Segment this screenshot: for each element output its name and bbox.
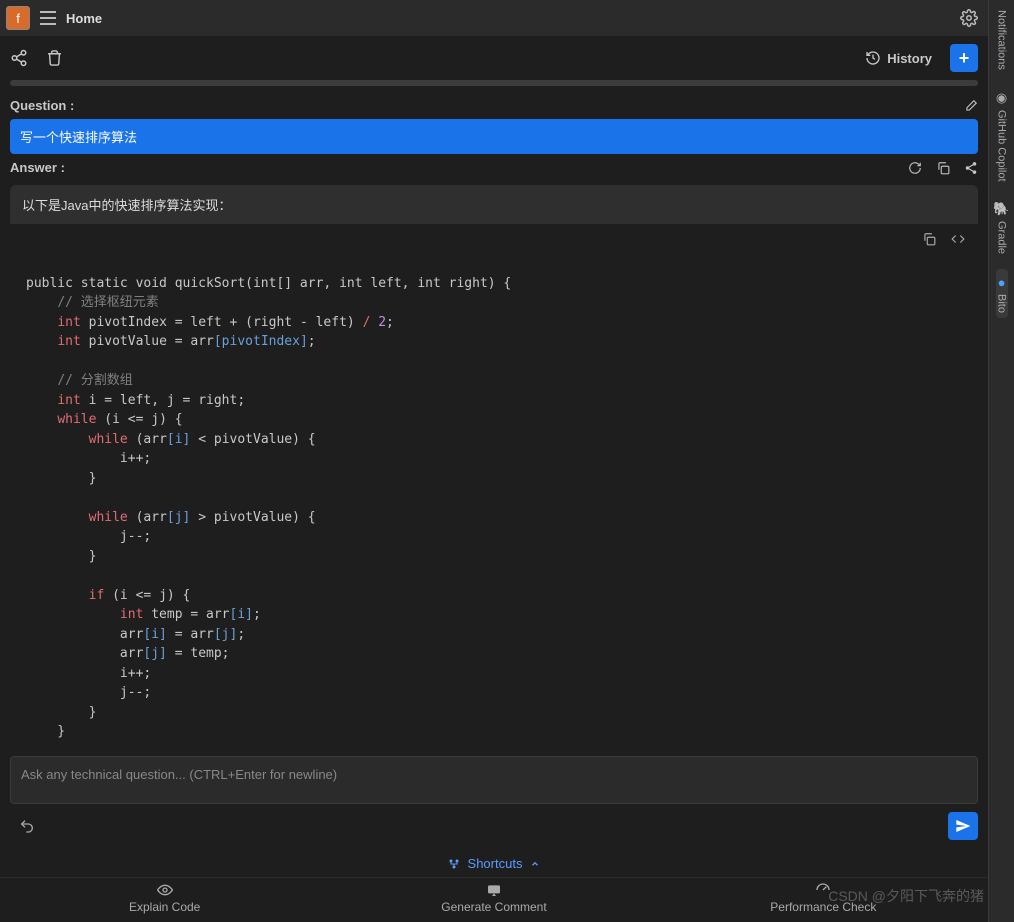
toolbar: History + [0, 36, 988, 80]
question-heading: Question : [10, 98, 74, 113]
eye-icon [157, 882, 173, 898]
rail-notifications[interactable]: Notifications [996, 4, 1008, 76]
new-chat-button[interactable]: + [950, 44, 978, 72]
avatar[interactable]: f [6, 6, 30, 30]
question-text: 写一个快速排序算法 [10, 119, 978, 154]
code-block: public static void quickSort(int[] arr, … [10, 224, 978, 746]
copy-icon[interactable] [936, 161, 950, 175]
top-bar: f Home [0, 0, 988, 36]
rail-gradle[interactable]: 🐘 Gradle [993, 195, 1009, 260]
bottom-actions: Explain Code Generate Comment Performanc… [0, 877, 988, 922]
shortcuts-icon [448, 858, 460, 870]
code-copy-icon[interactable] [922, 232, 936, 246]
performance-check-button[interactable]: Performance Check [659, 882, 988, 914]
right-rail: Notifications ◉ GitHub Copilot 🐘 Gradle … [988, 0, 1014, 922]
generate-comment-button[interactable]: Generate Comment [329, 882, 658, 914]
bito-icon: ● [998, 275, 1006, 290]
answer-header: Answer : [10, 154, 978, 181]
refresh-icon[interactable] [908, 161, 922, 175]
input-area: Ask any technical question... (CTRL+Ente… [0, 746, 988, 850]
shortcuts-toggle[interactable]: Shortcuts [0, 850, 988, 877]
gauge-icon [815, 882, 831, 898]
prompt-input[interactable]: Ask any technical question... (CTRL+Ente… [10, 756, 978, 804]
comment-icon [486, 882, 502, 898]
undo-icon[interactable] [10, 814, 44, 838]
home-label: Home [66, 11, 102, 26]
code-insert-icon[interactable] [950, 232, 966, 246]
menu-icon[interactable] [40, 11, 56, 25]
prompt-placeholder: Ask any technical question... (CTRL+Ente… [21, 767, 337, 782]
answer-intro: 以下是Java中的快速排序算法实现： [10, 195, 978, 224]
progress-bar [10, 80, 978, 86]
content-area: Question : 写一个快速排序算法 Answer : [0, 92, 988, 746]
send-button[interactable] [948, 812, 978, 840]
explain-code-button[interactable]: Explain Code [0, 882, 329, 914]
chevron-up-icon [530, 859, 540, 869]
explain-code-label: Explain Code [129, 900, 200, 914]
share-icon[interactable] [10, 49, 28, 67]
generate-comment-label: Generate Comment [441, 900, 546, 914]
rail-copilot[interactable]: ◉ GitHub Copilot [996, 84, 1008, 188]
question-header: Question : [10, 92, 978, 119]
copilot-icon: ◉ [996, 90, 1007, 106]
gear-icon[interactable] [960, 9, 978, 27]
shortcuts-label: Shortcuts [468, 856, 523, 871]
history-button[interactable]: History [865, 50, 932, 66]
share-answer-icon[interactable] [964, 161, 978, 175]
history-label: History [887, 51, 932, 66]
answer-heading: Answer : [10, 160, 65, 175]
edit-icon[interactable] [964, 99, 978, 113]
rail-bito[interactable]: ● Bito [996, 269, 1008, 319]
answer-box: 以下是Java中的快速排序算法实现： public static void qu… [10, 185, 978, 746]
gradle-icon: 🐘 [993, 201, 1009, 217]
performance-check-label: Performance Check [770, 900, 876, 914]
trash-icon[interactable] [46, 49, 63, 67]
code-content: public static void quickSort(int[] arr, … [10, 224, 978, 746]
